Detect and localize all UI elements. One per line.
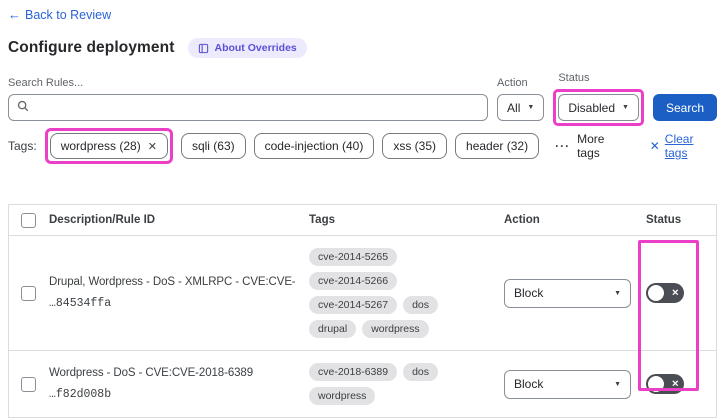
search-rules-input[interactable]: [35, 100, 480, 115]
selected-tag-highlight: wordpress (28) ✕: [44, 128, 173, 164]
rule-tags: cve-2018-6389 dos wordpress: [301, 351, 498, 417]
column-header-description: Description/Rule ID: [49, 214, 156, 226]
back-arrow-icon: ←: [8, 7, 21, 22]
search-button[interactable]: Search: [652, 94, 717, 121]
action-label: Action: [497, 77, 528, 89]
tag-filter-chips: sqli (63) code-injection (40) xss (35) head…: [180, 133, 540, 159]
column-header-action: Action: [504, 214, 540, 226]
about-overrides-label: About Overrides: [214, 42, 297, 54]
more-tags-button[interactable]: ··· More tags: [555, 132, 628, 160]
select-all-checkbox[interactable]: [21, 212, 36, 228]
back-link-label: Back to Review: [25, 7, 112, 22]
about-overrides-badge[interactable]: About Overrides: [188, 38, 307, 58]
status-filter-dropdown[interactable]: Disabled ▼: [558, 94, 639, 121]
rule-id: …84534ffa: [49, 297, 112, 310]
tag-filter-chip[interactable]: sqli (63): [180, 133, 246, 159]
toggle-knob: [648, 376, 664, 392]
search-icon: [17, 99, 29, 117]
table-row: Drupal, Wordpress - DoS - XMLRPC - CVE:C…: [9, 236, 716, 351]
tag-pill: dos: [403, 363, 438, 381]
clear-tags-button[interactable]: ✕ Clear tags: [650, 132, 717, 160]
toggle-off-x-icon: ✕: [671, 287, 679, 298]
page-title: Configure deployment: [8, 39, 175, 56]
toggle-knob: [648, 285, 664, 301]
filter-row: Search Rules... Action All ▼ Status Disa…: [8, 72, 717, 126]
more-tags-label: More tags: [577, 132, 605, 160]
table-row: Wordpress - DoS - CVE:CVE-2018-6389 …f82…: [9, 351, 716, 417]
tag-pill: wordpress: [309, 387, 376, 405]
chevron-down-icon: ▼: [614, 289, 621, 297]
action-select[interactable]: Block ▼: [504, 278, 631, 308]
status-filter-highlight: Disabled ▼: [553, 89, 644, 126]
tag-pill: cve-2018-6389: [309, 363, 398, 381]
status-toggle[interactable]: ✕: [646, 374, 684, 394]
close-icon[interactable]: ✕: [148, 140, 157, 153]
status-filter-value: Disabled: [568, 100, 616, 115]
rule-description: Drupal, Wordpress - DoS - XMLRPC - CVE:C…: [49, 276, 295, 288]
tags-label: Tags:: [8, 139, 37, 153]
rules-table: Description/Rule ID Tags Action Status D…: [8, 204, 717, 418]
column-header-status: Status: [646, 214, 682, 226]
tag-filter-chip[interactable]: code-injection (40): [253, 133, 375, 159]
tags-bar: Tags: wordpress (28) ✕ sqli (63) code-inj…: [8, 128, 717, 164]
rule-id: …f82d008b: [49, 388, 112, 401]
tag-pill: wordpress: [362, 320, 429, 338]
rule-tags: cve-2014-5265 cve-2014-5266 cve-2014-5267 d…: [301, 236, 498, 350]
tag-pill: dos: [403, 296, 438, 314]
status-label: Status: [558, 72, 590, 84]
toggle-off-x-icon: ✕: [671, 378, 679, 389]
chevron-down-icon: ▼: [614, 380, 621, 388]
back-to-review-link[interactable]: ← Back to Review: [8, 7, 111, 22]
row-checkbox[interactable]: [21, 285, 36, 301]
book-icon: [198, 43, 209, 54]
status-toggle[interactable]: ✕: [646, 283, 684, 303]
tag-filter-chip-wordpress[interactable]: wordpress (28) ✕: [49, 133, 168, 159]
tag-filter-chip[interactable]: xss (35): [382, 133, 448, 159]
column-header-tags: Tags: [309, 214, 335, 226]
more-dots-icon: ···: [555, 139, 571, 153]
tag-pill: cve-2014-5267: [309, 296, 398, 314]
chevron-down-icon: ▼: [622, 104, 629, 111]
row-checkbox[interactable]: [21, 376, 36, 392]
rule-description: Wordpress - DoS - CVE:CVE-2018-6389: [49, 367, 254, 379]
action-select-value: Block: [514, 377, 544, 391]
action-filter-value: All: [507, 100, 521, 115]
search-rules-label: Search Rules...: [8, 77, 84, 89]
tag-pill: cve-2014-5266: [309, 272, 398, 290]
tag-pill: drupal: [309, 320, 357, 338]
table-header-row: Description/Rule ID Tags Action Status: [9, 205, 716, 236]
tag-pill: cve-2014-5265: [309, 248, 398, 266]
action-filter-dropdown[interactable]: All ▼: [497, 94, 545, 121]
action-select-value: Block: [514, 286, 544, 300]
search-box[interactable]: [8, 94, 489, 121]
title-row: Configure deployment About Overrides: [8, 38, 717, 58]
close-icon: ✕: [649, 139, 660, 153]
tag-chip-label: wordpress (28): [60, 139, 141, 153]
chevron-down-icon: ▼: [527, 104, 535, 111]
table-body: Drupal, Wordpress - DoS - XMLRPC - CVE:C…: [9, 236, 716, 417]
action-select[interactable]: Block ▼: [504, 369, 631, 399]
clear-tags-label: Clear tags: [664, 132, 694, 160]
tag-filter-chip[interactable]: header (32): [455, 133, 540, 159]
configure-deployment-page: ← Back to Review Configure deployment Ab…: [0, 0, 725, 418]
